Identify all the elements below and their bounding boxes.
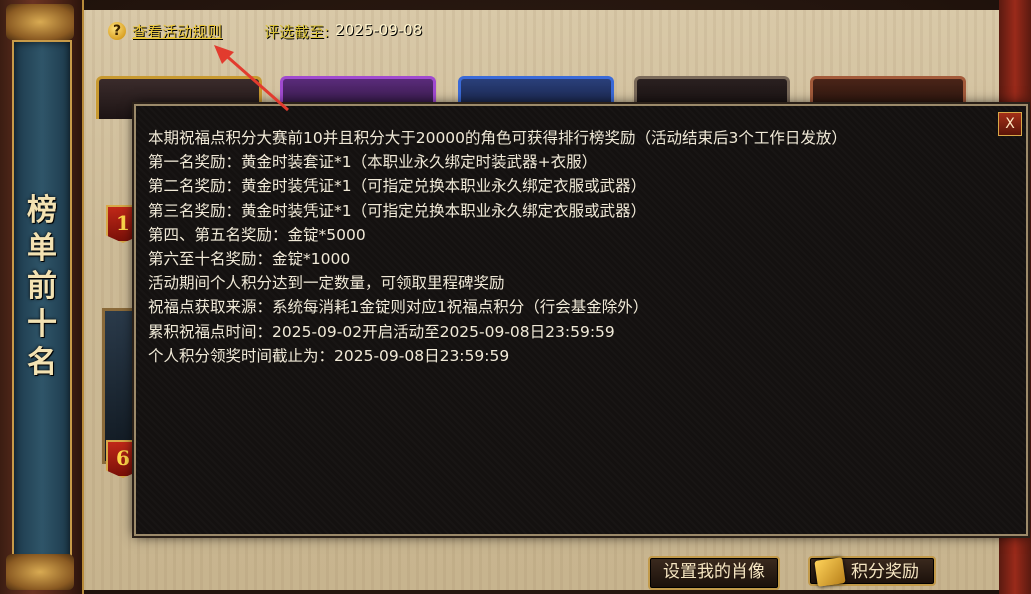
question-icon: ? — [108, 22, 126, 40]
banner-title-char: 名 — [27, 345, 57, 380]
points-reward-button[interactable]: 积分奖励 — [808, 556, 936, 587]
rules-line: 祝福点获取来源：系统每消耗1金锭则对应1祝福点积分（行会基金除外） — [148, 298, 649, 317]
banner-title: 榜单前十名 — [14, 192, 70, 382]
rules-line: 第六至十名奖励：金锭*1000 — [148, 250, 351, 269]
rules-line: 累积祝福点时间：2025-09-02开启活动至2025-09-08日23:59:… — [148, 322, 615, 341]
set-portrait-button[interactable]: 设置我的肖像 — [648, 556, 780, 590]
banner-title-char: 榜 — [27, 193, 57, 228]
banner-cap-bottom — [6, 554, 74, 590]
deadline-label: 评选截至: — [264, 23, 330, 41]
banner-title-char: 前 — [27, 269, 57, 304]
rules-line: 本期祝福点积分大赛前10并且积分大于20000的角色可获得排行榜奖励（活动结束后… — [148, 129, 847, 147]
close-icon[interactable]: X — [998, 112, 1022, 136]
view-rules-label: 查看活动规则 — [132, 22, 223, 41]
banner-scroll: 榜单前十名 — [12, 40, 72, 564]
banner-cap-top — [6, 4, 74, 40]
rules-line: 第四、第五名奖励：金锭*5000 — [148, 225, 366, 244]
banner-title-char: 单 — [27, 231, 57, 266]
deadline: 评选截至: 2025-09-08 — [264, 21, 422, 42]
book-icon — [814, 557, 846, 587]
rules-line: 个人积分领奖时间截止为：2025-09-08日23:59:59 — [148, 346, 510, 365]
rules-line: 第二名奖励：黄金时装凭证*1（可指定兑换本职业永久绑定衣服或武器） — [148, 177, 647, 196]
rules-popup: X 本期祝福点积分大赛前10并且积分大于20000的角色可获得排行榜奖励（活动结… — [134, 104, 1028, 536]
rules-text: 本期祝福点积分大赛前10并且积分大于20000的角色可获得排行榜奖励（活动结束后… — [148, 126, 986, 368]
annotation-arrow — [214, 45, 289, 112]
rules-line: 活动期间个人积分达到一定数量，可领取里程碑奖励 — [148, 274, 505, 293]
banner-title-char: 十 — [27, 307, 57, 342]
left-banner: 榜单前十名 — [0, 0, 84, 594]
deadline-value: 2025-09-08 — [335, 21, 423, 39]
points-reward-label: 积分奖励 — [851, 562, 919, 582]
rules-line: 第一名奖励：黄金时装套证*1（本职业永久绑定时装武器+衣服） — [148, 153, 598, 172]
rules-line: 第三名奖励：黄金时装凭证*1（可指定兑换本职业永久绑定衣服或武器） — [148, 201, 647, 220]
